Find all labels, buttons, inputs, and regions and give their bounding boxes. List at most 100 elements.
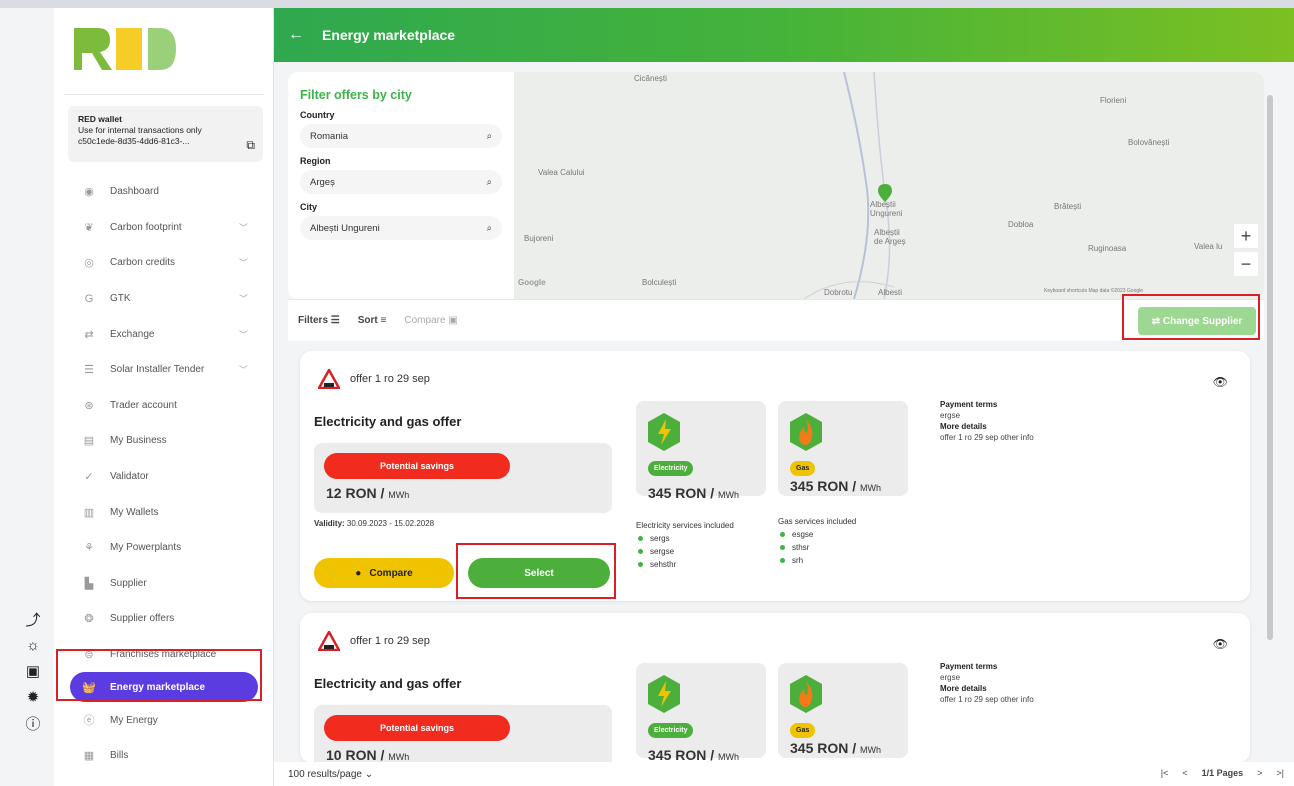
electricity-badge: Electricity	[648, 723, 694, 738]
supplier-offers-icon: ❂	[84, 613, 94, 626]
sidebar-item-gtk[interactable]: G GTK ﹀	[54, 281, 274, 317]
info-icon[interactable]: ⓘ	[22, 712, 44, 734]
filter-panel: Filter offers by city Country Romania ⌕ R…	[288, 72, 514, 299]
map-place: Albeștii de Argeș	[874, 228, 906, 246]
settings-icon[interactable]: ✹	[22, 686, 44, 708]
eye-icon[interactable]: 👁	[1213, 637, 1228, 651]
sidebar-item-dashboard[interactable]: ◉ Dashboard	[54, 174, 274, 210]
savings-amount: 10 RON /	[326, 747, 389, 763]
business-icon: ▤	[83, 435, 95, 448]
savings-amount: 12 RON /	[326, 485, 389, 501]
search-icon[interactable]: ⌕	[487, 177, 492, 188]
sidebar-item-label: Supplier offers	[110, 613, 175, 625]
validity: Validity: 30.09.2023 - 15.02.2028	[314, 519, 434, 528]
search-icon[interactable]: ⌕	[487, 223, 492, 234]
sidebar-item-supplier-offers[interactable]: ❂ Supplier offers	[54, 601, 274, 637]
validity-label: Validity:	[314, 519, 345, 528]
bug-icon[interactable]: ☼	[22, 634, 44, 656]
scrollbar[interactable]	[1266, 80, 1274, 750]
map-place: Valea Calului	[538, 168, 585, 177]
sidebar-item-my-wallets[interactable]: ▥ My Wallets	[54, 494, 274, 530]
region-label: Region	[300, 156, 331, 166]
scrollbar-thumb[interactable]	[1267, 95, 1273, 640]
sidebar-item-label: My Powerplants	[110, 542, 182, 554]
gas-price-value: 345 RON /	[790, 478, 861, 494]
sidebar-item-bills[interactable]: ▦ Bills	[54, 738, 274, 774]
next-page-icon[interactable]: >	[1257, 768, 1262, 778]
country-field[interactable]: Romania ⌕	[300, 124, 502, 148]
map-place: Dobloa	[1008, 220, 1034, 229]
offer-terms: Payment terms ergse More details offer 1…	[940, 661, 1034, 705]
payment-terms-value: ergse	[940, 411, 961, 420]
filters-label: Filters	[298, 315, 329, 326]
map-place: Ruginoasa	[1088, 244, 1127, 253]
back-arrow-icon[interactable]: ←	[288, 26, 304, 44]
sidebar-item-my-powerplants[interactable]: ⚘ My Powerplants	[54, 530, 274, 566]
sort-label: Sort	[357, 315, 378, 326]
eye-icon[interactable]: 👁	[1213, 375, 1228, 389]
sidebar-item-trader-account[interactable]: ⊛ Trader account	[54, 388, 274, 424]
more-details-value: offer 1 ro 29 sep other info	[940, 433, 1034, 442]
chat-icon[interactable]: ▣	[22, 660, 44, 682]
region-field[interactable]: Argeș ⌕	[300, 170, 502, 194]
sidebar-item-carbon-credits[interactable]: ◎ Carbon credits ﹀	[54, 245, 274, 281]
compare-button-label: Compare	[369, 567, 413, 579]
page-indicator: 1/1 Pages	[1201, 768, 1244, 778]
highlight-box	[56, 649, 262, 701]
city-value: Albești Ungureni	[310, 222, 380, 234]
filters-button[interactable]: Filters ☰	[298, 315, 340, 326]
sidebar-item-exchange[interactable]: ⇄ Exchange ﹀	[54, 316, 274, 352]
sidebar-item-label: Carbon credits	[110, 257, 176, 269]
offer-header: offer 1 ro 29 sep	[318, 631, 430, 651]
list-item: esgse	[778, 528, 856, 541]
more-details-label: More details	[940, 422, 987, 431]
search-icon[interactable]: ⌕	[487, 131, 492, 142]
copy-icon[interactable]: ⧉	[246, 139, 255, 151]
offers-toolbar: Filters ☰ Sort ≡ Compare ▣ ⇄ Change Supp…	[288, 299, 1264, 341]
electricity-price: 345 RON / MWh	[648, 485, 739, 501]
trend-icon[interactable]: ⤴	[22, 608, 44, 630]
chevron-down-icon: ﹀	[238, 294, 248, 305]
map-view[interactable]: Cicănești Florieni Valea Calului Bolovăn…	[514, 72, 1264, 299]
supplier-icon: ▙	[84, 577, 94, 590]
map-place: Valea lu	[1194, 242, 1223, 251]
electricity-price-unit: MWh	[718, 490, 740, 500]
map-place: Dobrotu	[824, 288, 853, 297]
electricity-price-unit: MWh	[718, 752, 740, 762]
sidebar-item-supplier[interactable]: ▙ Supplier	[54, 566, 274, 602]
offer-card: offer 1 ro 29 sep 👁 Electricity and gas …	[300, 613, 1250, 775]
compare-toolbar-button[interactable]: Compare ▣	[404, 315, 457, 326]
list-item: sergse	[636, 545, 734, 558]
offer-title: Electricity and gas offer	[314, 414, 462, 429]
flame-icon	[790, 413, 822, 451]
zoom-in-button[interactable]: +	[1234, 224, 1258, 248]
savings-box: Potential savings 12 RON / MWh	[314, 443, 612, 513]
wallet-title: RED wallet	[78, 114, 122, 124]
last-page-icon[interactable]: >|	[1276, 768, 1284, 778]
page-size-select[interactable]: 100 results/page ⌄	[288, 769, 373, 780]
sidebar-item-validator[interactable]: ✓ Validator	[54, 459, 274, 495]
electricity-badge: Electricity	[648, 461, 694, 476]
sidebar-item-my-business[interactable]: ▤ My Business	[54, 423, 274, 459]
payment-terms-value: ergse	[940, 673, 961, 682]
energy-icon: ⓔ	[83, 715, 95, 728]
electricity-price-value: 345 RON /	[648, 485, 719, 501]
prev-page-icon[interactable]: <	[1182, 768, 1187, 778]
country-label: Country	[300, 110, 335, 120]
gas-badge: Gas	[790, 461, 816, 476]
red-logo	[74, 28, 176, 70]
sidebar-item-label: GTK	[110, 293, 131, 305]
electricity-services-title: Electricity services included	[636, 521, 734, 530]
map-pin-icon[interactable]	[878, 184, 892, 202]
first-page-icon[interactable]: |<	[1161, 768, 1169, 778]
pager: |< < 1/1 Pages > >|	[1161, 768, 1284, 778]
savings-pill: Potential savings	[324, 453, 510, 479]
map-place: Brătești	[1054, 202, 1082, 211]
compare-button[interactable]: ● Compare	[314, 558, 454, 588]
sidebar-item-solar-installer-tender[interactable]: ☰ Solar Installer Tender ﹀	[54, 352, 274, 388]
zoom-out-button[interactable]: −	[1234, 252, 1258, 276]
city-field[interactable]: Albești Ungureni ⌕	[300, 216, 502, 240]
sidebar-item-carbon-footprint[interactable]: ❦ Carbon footprint ﹀	[54, 210, 274, 246]
sort-button[interactable]: Sort ≡	[358, 315, 387, 326]
sidebar-item-my-energy[interactable]: ⓔ My Energy	[54, 702, 274, 738]
